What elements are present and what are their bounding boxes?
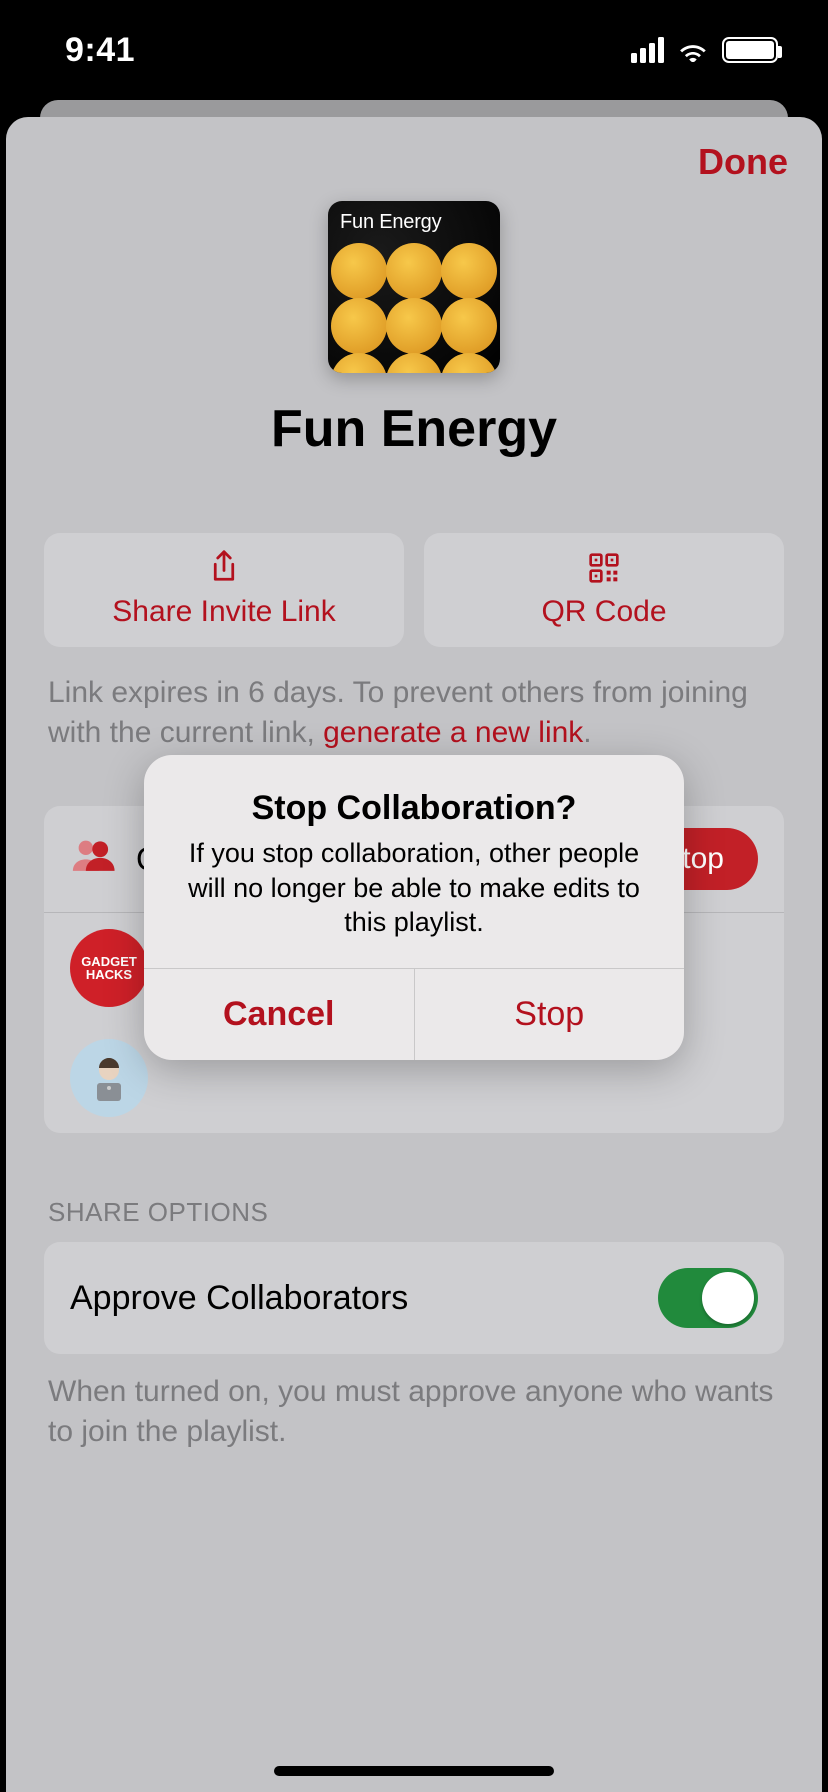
alert-cancel-button[interactable]: Cancel [144,969,415,1060]
alert-stop-button[interactable]: Stop [415,969,685,1060]
alert-title: Stop Collaboration? [174,789,654,828]
stop-collaboration-alert: Stop Collaboration? If you stop collabor… [144,755,684,1060]
alert-message: If you stop collaboration, other people … [174,836,654,940]
